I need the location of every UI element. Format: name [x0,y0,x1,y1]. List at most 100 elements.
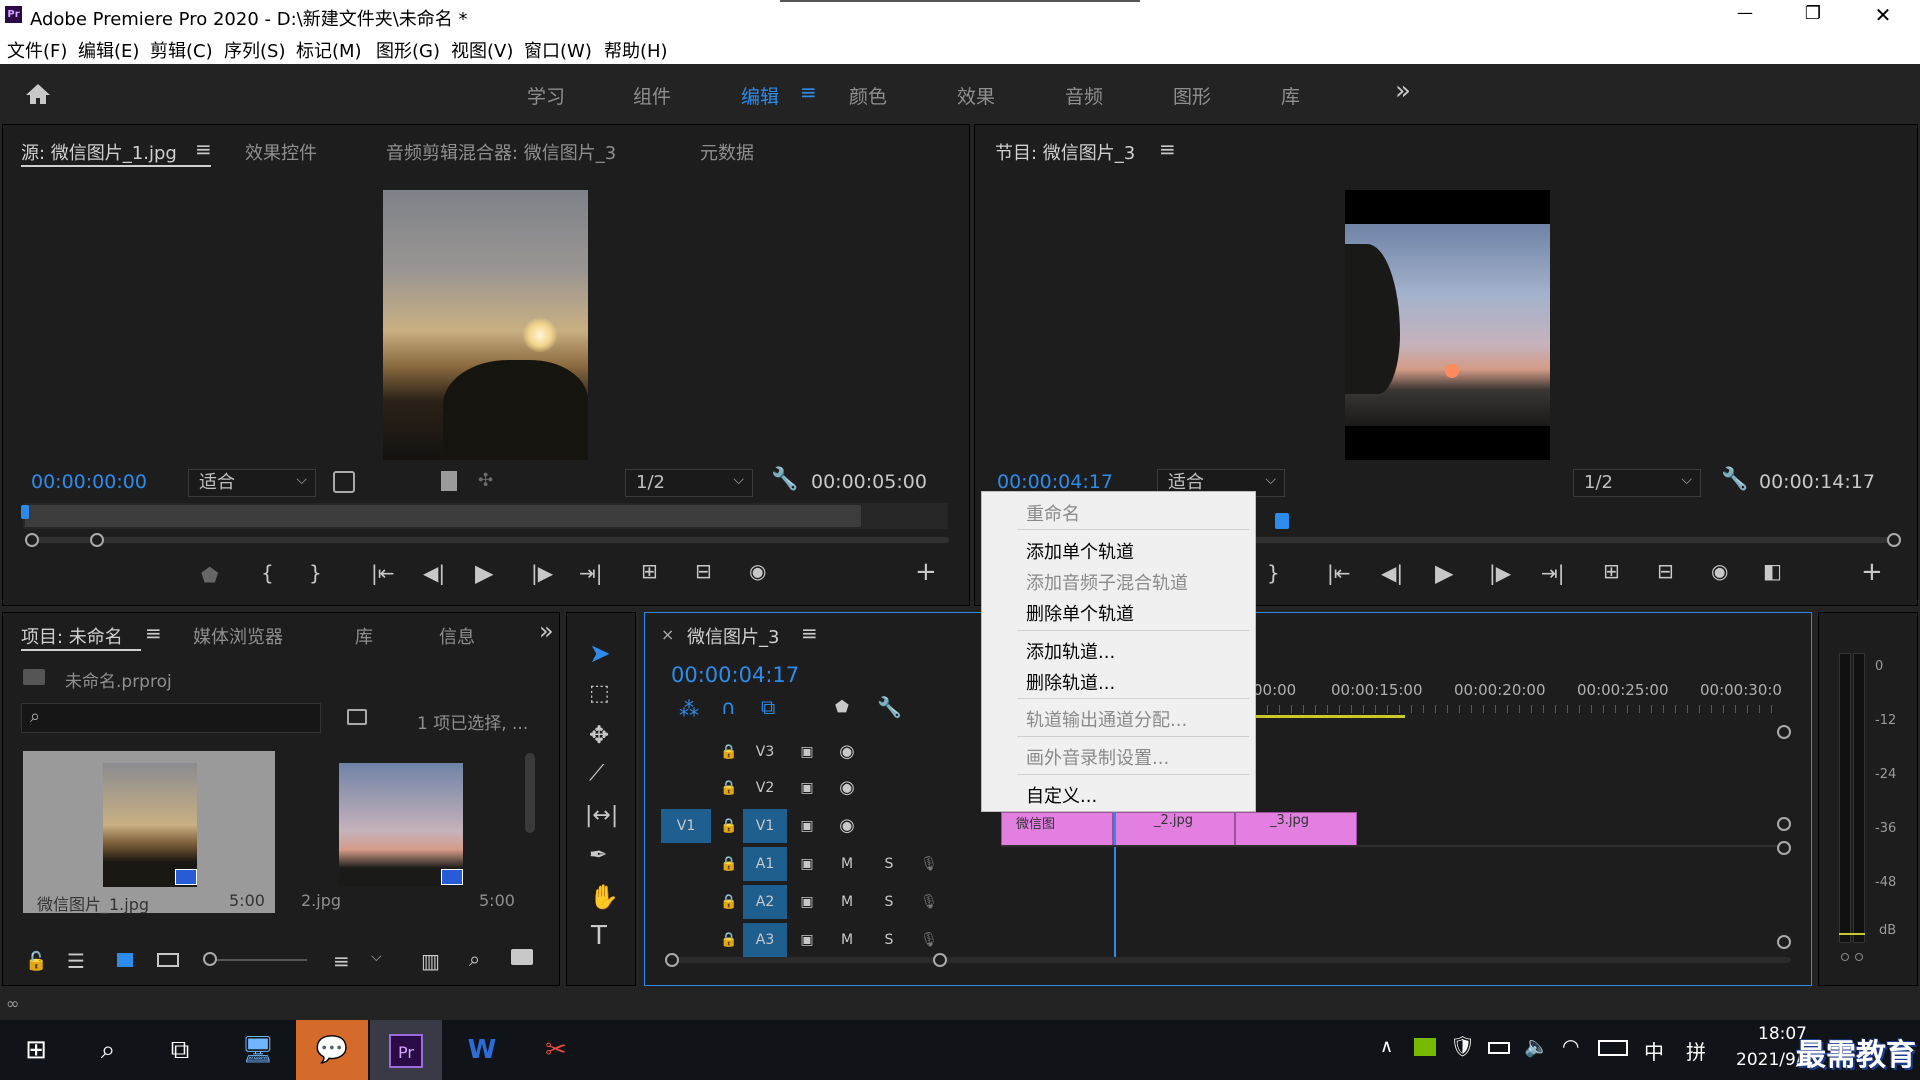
workspace-more-icon[interactable]: » [1395,76,1411,106]
mute-button-a3[interactable]: M [825,923,869,957]
workspace-tab-color[interactable]: 颜色 [849,82,887,109]
project-more-icon[interactable]: » [539,617,554,645]
program-step-forward-icon[interactable]: |▶ [1489,561,1511,585]
export-frame-icon[interactable] [441,471,457,491]
linked-selection-icon[interactable]: ⧉ [761,695,775,719]
source-zoom-bar[interactable] [29,537,949,543]
menu-item-delete-single-track[interactable]: 删除单个轨道 [1026,600,1134,626]
source-fit-dropdown[interactable]: 适合 [188,467,316,497]
project-scrollbar[interactable] [525,753,535,833]
workspace-tab-effects[interactable]: 效果 [957,82,995,109]
sync-lock-icon-a3[interactable]: ▣ [785,923,829,957]
timeline-vertical-scroll-top[interactable] [1777,725,1791,739]
sort-icon[interactable]: ≡ [333,949,350,973]
source-tab-menu-icon[interactable]: ≡ [195,137,212,161]
track-v3-label[interactable]: V3 [743,735,787,769]
program-camera-icon[interactable]: ◉ [1711,559,1728,583]
menu-marker[interactable]: 标记(M) [296,37,362,63]
program-zoom-handle[interactable] [1887,533,1901,547]
clip-2[interactable]: _2.jpg [1113,812,1235,846]
menu-item-customize[interactable]: 自定义... [1026,782,1097,808]
solo-button-a1[interactable]: S [867,847,911,881]
info-tab[interactable]: 信息 [439,623,475,649]
program-resolution-dropdown[interactable]: 1/2 [1573,467,1701,497]
sync-lock-icon-a1[interactable]: ▣ [785,847,829,881]
workspace-tab-graphics[interactable]: 图形 [1173,82,1211,109]
workspace-menu-icon[interactable]: ≡ [800,80,817,104]
lift-icon[interactable]: ⊞ [1603,559,1620,583]
nest-icon[interactable]: ⁂ [679,697,699,721]
track-a1-label[interactable]: A1 [743,847,787,881]
mark-out-icon[interactable]: } [309,561,322,585]
camera-icon[interactable]: ◉ [749,559,766,583]
ruler-ticks[interactable] [1255,705,1775,713]
keyboard-icon[interactable] [1598,1040,1628,1056]
wechat-icon[interactable]: 💬 [296,1020,368,1080]
source-patch-v1[interactable]: V1 [661,809,711,843]
effect-controls-tab[interactable]: 效果控件 [245,139,317,165]
workspace-tab-audio[interactable]: 音频 [1065,82,1103,109]
close-icon[interactable]: ✕ [1858,3,1908,27]
program-playhead[interactable] [1275,513,1289,529]
track-v1-label[interactable]: V1 [743,809,787,843]
project-menu-icon[interactable]: ≡ [145,621,162,645]
menu-help[interactable]: 帮助(H) [604,37,668,63]
program-go-to-in-icon[interactable]: |⇤ [1327,561,1351,585]
source-resolution-dropdown[interactable]: 1/2 [625,467,753,497]
slip-tool-icon[interactable]: |↔| [585,803,618,828]
icon-view-icon[interactable] [117,953,133,967]
source-tab[interactable]: 源: 微信图片_1.jpg [21,139,177,165]
program-play-icon[interactable]: ▶ [1435,559,1453,587]
microphone-icon-a3[interactable]: 🎙 [907,923,951,957]
clip-3[interactable]: _3.jpg [1235,812,1357,846]
wrench-icon[interactable]: 🔧 [771,467,798,492]
lock-icon[interactable]: 🔓 [25,951,47,972]
microphone-icon-a1[interactable]: 🎙 [907,847,951,881]
settings-icon-small[interactable]: ✣ [478,470,493,491]
solo-button-a2[interactable]: S [867,885,911,919]
eye-icon[interactable]: ◉ [825,735,869,769]
timeline-scroll-handle-left[interactable] [665,953,679,967]
timeline-horizontal-scrollbar[interactable] [671,957,1791,963]
workspace-tab-libraries[interactable]: 库 [1281,82,1300,109]
program-add-button-icon[interactable]: + [1861,557,1883,587]
microphone-icon-a2[interactable]: 🎙 [907,885,951,919]
track-a2-label[interactable]: A2 [743,885,787,919]
zoom-slider[interactable] [211,959,307,961]
menu-clip[interactable]: 剪辑(C) [150,37,213,63]
timeline-menu-icon[interactable]: ≡ [801,621,818,645]
menu-graphics[interactable]: 图形(G) [376,37,440,63]
track-v2-label[interactable]: V2 [743,771,787,805]
workspace-tab-assembly[interactable]: 组件 [633,82,671,109]
new-bin-icon[interactable] [511,949,533,965]
source-timecode[interactable]: 00:00:00:00 [31,471,147,493]
program-timecode[interactable]: 00:00:04:17 [997,471,1113,493]
sync-lock-icon-v1[interactable]: ▣ [785,809,829,843]
extract-icon[interactable]: ⊟ [1657,559,1674,583]
work-area-bar[interactable] [1255,715,1405,718]
workspace-tab-learn[interactable]: 学习 [527,82,565,109]
volume-icon[interactable]: 🔈 [1524,1034,1549,1058]
home-icon[interactable] [24,82,52,111]
menu-item-add-single-track[interactable]: 添加单个轨道 [1026,538,1134,564]
type-tool-icon[interactable]: T [591,921,607,951]
project-item-2[interactable]: 2.jpg 5:00 [283,751,535,913]
menu-file[interactable]: 文件(F) [7,37,67,63]
screenshot-tool-icon[interactable]: ✂ [520,1020,592,1080]
battery-icon[interactable] [1488,1042,1510,1054]
menu-window[interactable]: 窗口(W) [524,37,592,63]
ime-mode[interactable]: 拼 [1686,1036,1706,1065]
windows-start-icon[interactable]: ⊞ [0,1020,72,1080]
menu-sequence[interactable]: 序列(S) [224,37,285,63]
track-a3-label[interactable]: A3 [743,923,787,957]
program-wrench-icon[interactable]: 🔧 [1721,467,1748,492]
hand-tool-icon[interactable]: ✋ [589,883,619,911]
media-browser-tab[interactable]: 媒体浏览器 [193,623,283,649]
timeline-vertical-scroll-a[interactable] [1777,841,1791,855]
source-playhead[interactable] [21,505,29,519]
program-mark-out-icon[interactable]: } [1267,561,1280,585]
timeline-vertical-scroll-mid[interactable] [1777,817,1791,831]
find-icon[interactable]: ⌕ [469,947,480,971]
snap-icon[interactable]: ∩ [721,695,736,719]
razor-tool-icon[interactable]: ⟋ [589,761,604,786]
